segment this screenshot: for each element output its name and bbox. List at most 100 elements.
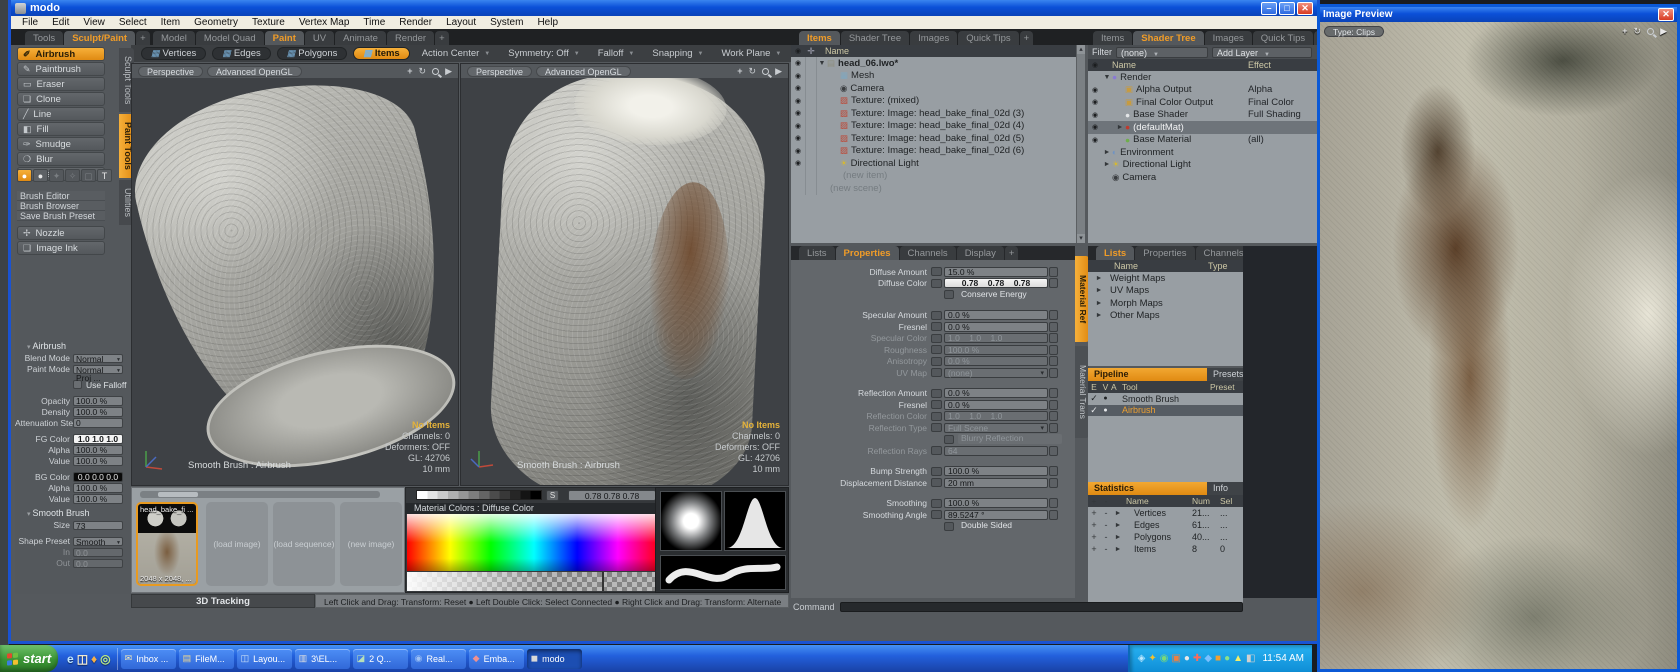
property-row[interactable]: Diffuse Color 0.78 0.78 0.78 xyxy=(791,278,1075,290)
spinner[interactable] xyxy=(1049,510,1058,520)
close-button[interactable]: ✕ xyxy=(1658,8,1674,21)
paint-tool-button[interactable]: ❍ Blur xyxy=(17,152,105,166)
form-row[interactable]: Attenuation Steps 0 xyxy=(15,418,131,429)
value-field[interactable]: 100.0 % xyxy=(73,407,123,417)
form-row[interactable]: Alpha 100.0 % xyxy=(15,483,131,494)
checkbox[interactable] xyxy=(944,522,954,531)
layout-tab[interactable]: + xyxy=(136,31,150,45)
visibility-eye-icon[interactable] xyxy=(791,147,805,155)
channel-toggle[interactable] xyxy=(931,389,942,398)
menu-item[interactable]: Geometry xyxy=(187,17,245,28)
expand-arrow[interactable]: ► xyxy=(1115,124,1125,131)
shader-row[interactable]: Camera xyxy=(1088,171,1318,184)
property-row[interactable]: Fresnel 0.0 % xyxy=(791,321,1075,333)
layout-tab[interactable]: Tools xyxy=(25,31,63,45)
panel-tab[interactable]: + xyxy=(1020,31,1034,45)
taskbar-window-button[interactable]: ◪ 2 Q... xyxy=(353,649,408,669)
form-row[interactable]: Blend Mode Normal xyxy=(15,353,131,364)
spinner[interactable] xyxy=(1049,498,1058,508)
tray-icon[interactable]: ▲ xyxy=(1233,654,1243,664)
effect-value[interactable]: Alpha xyxy=(1248,84,1272,95)
expand-plus[interactable]: + xyxy=(1088,544,1100,554)
visibility-eye-icon[interactable] xyxy=(1088,86,1102,94)
panel-tab[interactable]: Images xyxy=(910,31,957,45)
renderer-button[interactable]: Advanced OpenGL xyxy=(207,66,302,77)
property-value[interactable]: 20 mm xyxy=(944,478,1048,488)
spinner[interactable] xyxy=(1049,400,1058,410)
channel-toggle[interactable] xyxy=(931,368,942,377)
property-row[interactable]: UV Map (none) xyxy=(791,367,1075,379)
panel-tab[interactable]: Properties xyxy=(836,246,899,260)
brush-tip-button[interactable]: ● xyxy=(33,169,48,182)
shader-row[interactable]: ► Directional Light xyxy=(1088,159,1318,172)
layout-tab[interactable]: Model Quad xyxy=(196,31,264,45)
vertical-scrollbar[interactable] xyxy=(1076,45,1085,243)
orbit-icon[interactable]: ↻ xyxy=(419,66,427,77)
property-value[interactable]: Conserve Energy xyxy=(958,290,1062,300)
form-row[interactable]: Opacity 100.0 % xyxy=(15,396,131,407)
expand-arrow[interactable]: ▼ xyxy=(1102,74,1112,81)
list-row[interactable]: ► UV Maps xyxy=(1088,285,1243,298)
ink-tool-button[interactable]: ✢ Nozzle xyxy=(17,226,105,240)
menu-item[interactable]: Select xyxy=(112,17,154,28)
expand-arrow[interactable]: ► xyxy=(1094,275,1104,282)
layout-tab[interactable]: + xyxy=(435,31,449,45)
value-alpha-strip[interactable] xyxy=(407,572,661,591)
image-preview-title-bar[interactable]: Image Preview ✕ xyxy=(1320,7,1677,22)
pipeline-row[interactable]: ✓ ● Airbrush xyxy=(1088,405,1243,417)
value-field[interactable]: 73 xyxy=(73,521,123,531)
tray-icon[interactable]: ◈ xyxy=(1138,654,1146,664)
zoom-icon[interactable] xyxy=(762,68,769,75)
panel-tab[interactable]: Display xyxy=(957,246,1004,260)
tray-icon[interactable]: ● xyxy=(1184,654,1190,664)
quick-launch-icon[interactable]: ◫ xyxy=(77,652,88,666)
channel-toggle[interactable] xyxy=(931,478,942,487)
channel-toggle[interactable] xyxy=(931,446,942,455)
item-row[interactable]: Directional Light xyxy=(791,157,1085,170)
layout-tab[interactable]: UV xyxy=(305,31,334,45)
statistics-header[interactable]: Statistics xyxy=(1088,482,1207,495)
visibility-eye-icon[interactable] xyxy=(1088,98,1102,106)
paint-tool-button[interactable]: ✐ Airbrush xyxy=(17,47,105,61)
item-row[interactable]: ▼ head_06.lwo* xyxy=(791,57,1085,70)
paint-tool-button[interactable]: ▭ Eraser xyxy=(17,77,105,91)
brush-link[interactable]: Brush Editor xyxy=(17,191,105,201)
type-clips-button[interactable]: Type: Clips xyxy=(1324,26,1384,37)
form-row[interactable]: Alpha 100.0 % xyxy=(15,445,131,456)
expand-arrow[interactable]: ► xyxy=(1094,312,1104,319)
menu-item[interactable]: Help xyxy=(530,17,565,28)
property-value[interactable]: 64 xyxy=(944,446,1048,456)
size-row[interactable]: Size 73 xyxy=(15,520,131,531)
property-row[interactable]: Reflection Rays 64 xyxy=(791,445,1075,457)
paint-tool-button[interactable]: ╱ Line xyxy=(17,107,105,121)
dropdown-field[interactable]: Normal xyxy=(73,354,123,364)
visible-dot[interactable]: ● xyxy=(1100,407,1111,414)
visibility-eye-icon[interactable] xyxy=(791,159,805,167)
toolbar-dropdown[interactable]: Symmetry: Off xyxy=(502,48,585,59)
property-value[interactable]: 15.0 % xyxy=(944,267,1048,277)
channel-toggle[interactable] xyxy=(931,322,942,331)
selection-mode-button[interactable]: Items xyxy=(353,47,409,60)
panel-tab[interactable]: Items xyxy=(1093,31,1132,45)
tray-icon[interactable]: ◉ xyxy=(1160,654,1169,664)
toolbar-dropdown[interactable]: Falloff xyxy=(592,48,641,59)
spinner[interactable] xyxy=(1049,388,1058,398)
list-row[interactable]: ► Other Maps xyxy=(1088,310,1243,323)
pan-icon[interactable]: + xyxy=(1622,26,1627,36)
toolbar-dropdown[interactable]: Snapping xyxy=(646,48,709,59)
paint-tool-button[interactable]: ◧ Fill xyxy=(17,122,105,136)
expand-plus[interactable]: + xyxy=(1088,520,1100,530)
shader-row[interactable]: Alpha Output Alpha xyxy=(1088,84,1318,97)
list-row[interactable]: ► Morph Maps xyxy=(1088,297,1243,310)
property-value[interactable]: 1.0 1.0 1.0 xyxy=(944,411,1048,421)
tray-icon[interactable]: ✦ xyxy=(1148,654,1156,664)
visibility-eye-icon[interactable] xyxy=(791,109,805,117)
property-value[interactable]: 0.0 % xyxy=(944,310,1048,320)
form-row[interactable]: Value 100.0 % xyxy=(15,494,131,505)
load-sequence-tile[interactable]: (load sequence) xyxy=(273,502,335,586)
channel-toggle[interactable] xyxy=(931,467,942,476)
bg-color-row[interactable]: BG Color 0.0 0.0 0.0 xyxy=(15,472,131,483)
quick-launch-icon[interactable]: e xyxy=(67,652,74,666)
form-section[interactable]: Airbrush xyxy=(27,341,131,351)
tray-icon[interactable]: ✚ xyxy=(1193,654,1201,664)
